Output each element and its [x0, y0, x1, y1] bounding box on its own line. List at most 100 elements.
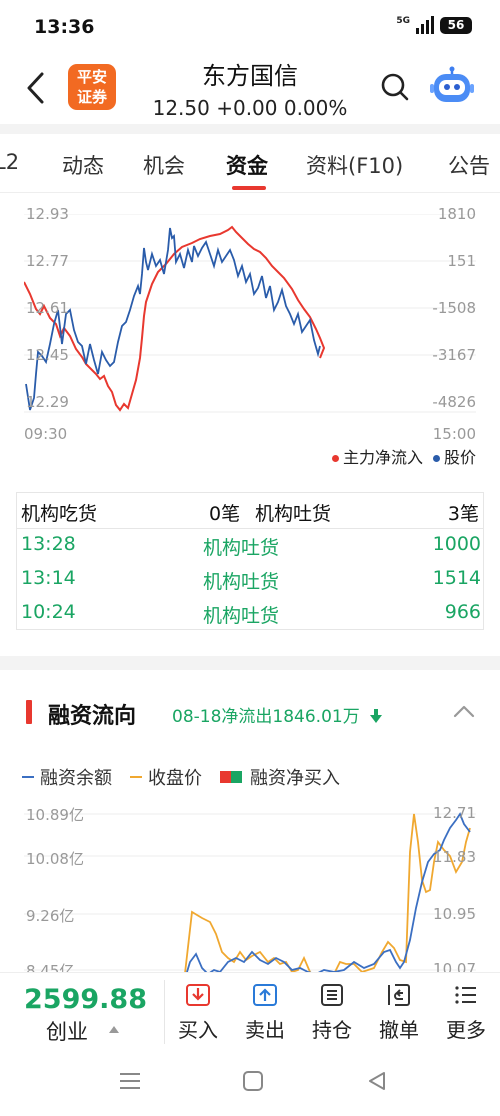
- tab-opportunity[interactable]: 机会: [143, 150, 185, 180]
- tab-capital[interactable]: 资金: [226, 150, 268, 180]
- legend-dot-icon: [331, 455, 339, 462]
- search-icon[interactable]: [380, 72, 410, 102]
- caret-up-icon[interactable]: [108, 1024, 120, 1034]
- y-right-tick: -4826: [432, 393, 476, 411]
- network-type: 5G: [396, 15, 410, 26]
- battery-icon: 56: [440, 16, 472, 34]
- y-right-tick: -3167: [432, 346, 476, 364]
- sell-icon: [253, 984, 277, 1006]
- grid: [24, 214, 476, 413]
- system-nav-bar: [0, 1048, 500, 1116]
- margin-summary: 08-18净流出1846.01万: [172, 702, 383, 727]
- capital-flow-chart: [24, 214, 476, 413]
- legend-close: 收盘价: [130, 764, 202, 790]
- cancel-order-icon: [388, 984, 410, 1006]
- back-chevron-icon[interactable]: [22, 70, 52, 106]
- row-type: 机构吐货: [203, 605, 280, 627]
- legend-balance-label: 融资余额: [40, 768, 112, 789]
- row-time: 10:24: [21, 601, 76, 623]
- cancel-order-label: 撤单: [379, 1018, 419, 1042]
- stock-quote: 12.50 +0.00 0.00%: [152, 96, 348, 120]
- arrow-down-icon: [370, 709, 383, 723]
- broker-logo: 平安 证券: [68, 64, 116, 110]
- legend-net: 融资净买入: [220, 764, 340, 790]
- row-time: 13:28: [21, 533, 76, 555]
- active-tab-indicator: [232, 186, 266, 190]
- position-icon: [321, 984, 343, 1006]
- position-button[interactable]: 持仓: [304, 982, 360, 1043]
- tab-news[interactable]: 动态: [62, 150, 104, 180]
- row-type: 机构吐货: [203, 537, 280, 559]
- margin-balance-line: [186, 812, 471, 972]
- x-start-label: 09:30: [24, 425, 68, 443]
- tab-bar: L2 动态 机会 资金 资料(F10) 公告: [0, 140, 500, 190]
- y-left-tick: 12.61: [26, 299, 69, 317]
- buy-button[interactable]: 买入: [170, 982, 226, 1043]
- legend-dot-icon: [432, 455, 440, 462]
- y-left-tick: 9.26亿: [26, 907, 75, 925]
- more-label: 更多: [446, 1018, 486, 1042]
- buy-count: 0笔: [209, 503, 241, 525]
- row-volume: 1514: [432, 567, 481, 589]
- y-left-tick: 12.29: [26, 393, 69, 411]
- y-left-tick: 12.77: [26, 252, 69, 270]
- flow-legend: 主力净流入 股价: [331, 444, 476, 468]
- table-row[interactable]: 13:14 机构吐货 1514: [17, 563, 483, 597]
- position-label: 持仓: [312, 1018, 352, 1042]
- margin-summary-text: 08-18净流出1846.01万: [172, 707, 360, 727]
- index-value[interactable]: 2599.88: [24, 984, 147, 1015]
- y-right-tick: -1508: [432, 299, 476, 317]
- tab-announcement[interactable]: 公告: [448, 150, 490, 180]
- section-divider: [0, 124, 500, 134]
- row-type: 机构吐货: [203, 571, 280, 593]
- back-triangle-icon[interactable]: [366, 1070, 388, 1092]
- y-left-tick: 10.89亿: [26, 806, 84, 824]
- legend-main: 主力净流入: [331, 444, 423, 468]
- row-time: 13:14: [21, 567, 76, 589]
- y-right-tick: 10.95: [433, 905, 476, 923]
- y-right-tick: 12.71: [433, 804, 476, 822]
- section-marker: [26, 700, 32, 724]
- sell-label: 卖出: [245, 1018, 285, 1042]
- index-name[interactable]: 创业: [46, 1016, 88, 1046]
- logo-line2: 证券: [76, 88, 107, 106]
- institution-header: 机构吃货 0笔 机构吐货 3笔: [17, 493, 483, 529]
- margin-chart: [24, 812, 476, 972]
- margin-section-title: 融资流向: [48, 704, 137, 729]
- status-icons: 5G 56: [396, 16, 472, 34]
- table-row[interactable]: 13:28 机构吐货 1000: [17, 529, 483, 563]
- status-time: 13:36: [34, 16, 95, 38]
- tab-f10[interactable]: 资料(F10): [306, 150, 403, 180]
- cancel-order-button[interactable]: 撤单: [371, 982, 427, 1043]
- y-left-tick: 12.45: [26, 346, 69, 364]
- stock-name: 东方国信: [202, 62, 298, 90]
- logo-line1: 平安: [76, 68, 107, 86]
- margin-legend: 融资余额 收盘价 融资净买入: [22, 764, 340, 790]
- home-icon[interactable]: [242, 1070, 264, 1092]
- tab-l2[interactable]: L2: [0, 150, 19, 174]
- legend-net-label: 融资净买入: [250, 768, 340, 789]
- more-button[interactable]: 更多: [438, 982, 494, 1043]
- close-price-line: [184, 813, 471, 972]
- legend-line-icon: [130, 776, 142, 778]
- legend-bar-icon: [220, 771, 242, 783]
- y-right-tick: 151: [447, 252, 476, 270]
- tab-divider: [0, 192, 500, 193]
- table-row[interactable]: 10:24 机构吐货 966: [17, 597, 483, 631]
- legend-price: 股价: [432, 444, 476, 468]
- y-right-tick: 1810: [437, 205, 476, 223]
- legend-close-label: 收盘价: [148, 768, 202, 789]
- buy-label: 买入: [178, 1018, 218, 1042]
- legend-main-label: 主力净流入: [342, 448, 423, 467]
- signal-icon: [416, 16, 434, 34]
- row-volume: 966: [444, 601, 481, 623]
- legend-balance: 融资余额: [22, 764, 112, 790]
- collapse-chevron-icon[interactable]: [452, 702, 476, 720]
- sell-button[interactable]: 卖出: [237, 982, 293, 1043]
- institution-table: 机构吃货 0笔 机构吐货 3笔 13:28 机构吐货 1000 13:14 机构…: [16, 492, 484, 630]
- x-end-label: 15:00: [432, 425, 476, 443]
- robot-assistant-icon[interactable]: [430, 66, 474, 106]
- sell-count: 3笔: [447, 503, 479, 525]
- menu-icon[interactable]: [118, 1070, 142, 1092]
- more-icon: [455, 986, 476, 1004]
